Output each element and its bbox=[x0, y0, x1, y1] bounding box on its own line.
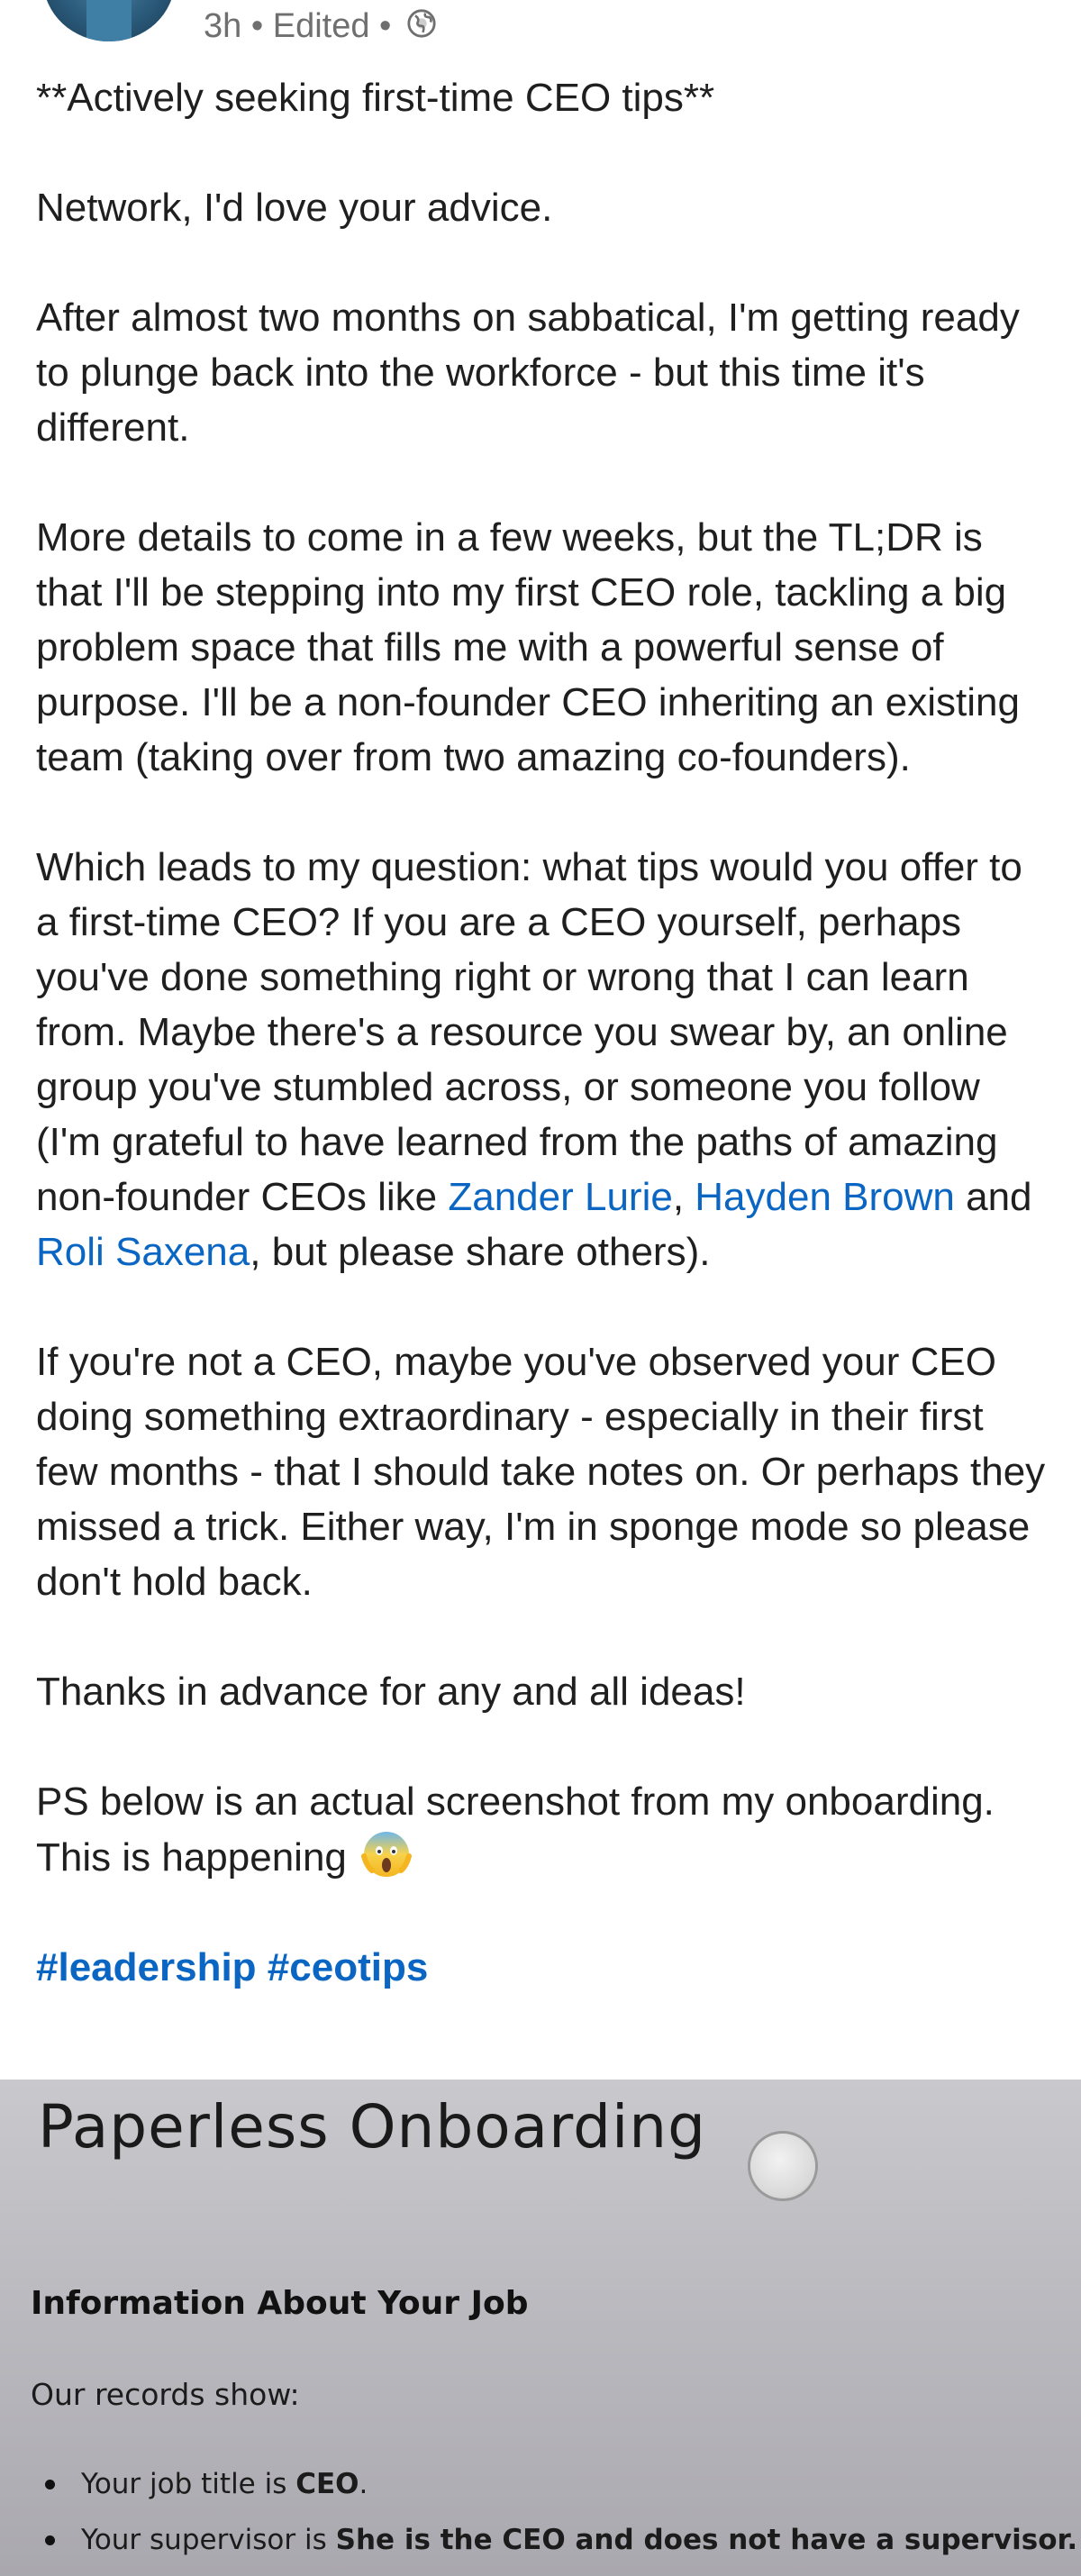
post-paragraph: After almost two months on sabbatical, I… bbox=[36, 296, 1020, 450]
item-prefix: Your job title is bbox=[81, 2468, 296, 2500]
post-meta: 3h • Edited • bbox=[204, 5, 437, 49]
author-avatar[interactable] bbox=[43, 0, 175, 41]
list-item: Your job title is CEO. bbox=[44, 2456, 1077, 2512]
post-paragraph: More details to come in a few weeks, but… bbox=[36, 515, 1020, 779]
mention-separator: , bbox=[672, 1175, 695, 1219]
edited-label: Edited bbox=[272, 7, 370, 45]
records-label: Our records show: bbox=[31, 2377, 300, 2412]
thanks-paragraph: Thanks in advance for any and all ideas! bbox=[36, 1670, 746, 1714]
question-paragraph: Which leads to my question: what tips wo… bbox=[36, 840, 1054, 1279]
post-paragraph: Network, I'd love your advice. bbox=[36, 186, 553, 230]
mention-separator: and bbox=[954, 1175, 1032, 1219]
hashtag-ceotips[interactable]: #ceotips bbox=[268, 1945, 429, 1989]
meta-separator: • bbox=[379, 7, 392, 45]
radio-circle-icon bbox=[750, 2134, 815, 2198]
meta-separator: • bbox=[250, 7, 264, 45]
hashtag-leadership[interactable]: #leadership bbox=[36, 1945, 257, 1989]
globe-icon bbox=[406, 7, 437, 49]
list-item: Your supervisor is She is the CEO and do… bbox=[44, 2512, 1078, 2568]
mention-hayden-brown[interactable]: Hayden Brown bbox=[695, 1175, 955, 1219]
item-suffix: . bbox=[1067, 2524, 1078, 2556]
ps-text: PS below is an actual screenshot from my… bbox=[36, 1780, 995, 1880]
item-value: She is the CEO and does not have a super… bbox=[335, 2524, 1067, 2556]
job-info-list: Your job title is CEO. Your supervisor i… bbox=[44, 2456, 1078, 2568]
mention-zander-lurie[interactable]: Zander Lurie bbox=[448, 1175, 672, 1219]
mention-roli-saxena[interactable]: Roli Saxena bbox=[36, 1230, 250, 1274]
attached-image[interactable]: Paperless Onboarding Information About Y… bbox=[0, 2080, 1081, 2576]
post-time: 3h bbox=[204, 7, 242, 45]
item-prefix: Your supervisor is bbox=[81, 2524, 336, 2556]
post-meta-row: 3h • Edited • bbox=[0, 0, 1081, 54]
question-text: Which leads to my question: what tips wo… bbox=[36, 845, 1022, 1219]
job-info-heading: Information About Your Job bbox=[31, 2285, 529, 2322]
post-headline: **Actively seeking first-time CEO tips** bbox=[36, 76, 715, 120]
onboarding-title: Paperless Onboarding bbox=[38, 2092, 707, 2162]
item-value: CEO bbox=[295, 2468, 359, 2500]
ps-paragraph: PS below is an actual screenshot from my… bbox=[36, 1774, 1054, 1885]
screaming-face-emoji-icon bbox=[361, 1829, 413, 1880]
hashtags: #leadership #ceotips bbox=[36, 1940, 1054, 1995]
item-suffix: . bbox=[359, 2468, 368, 2500]
post-paragraph: If you're not a CEO, maybe you've observ… bbox=[36, 1340, 1046, 1604]
question-text-end: , but please share others). bbox=[250, 1230, 711, 1274]
post-body: **Actively seeking first-time CEO tips**… bbox=[36, 70, 1054, 1995]
